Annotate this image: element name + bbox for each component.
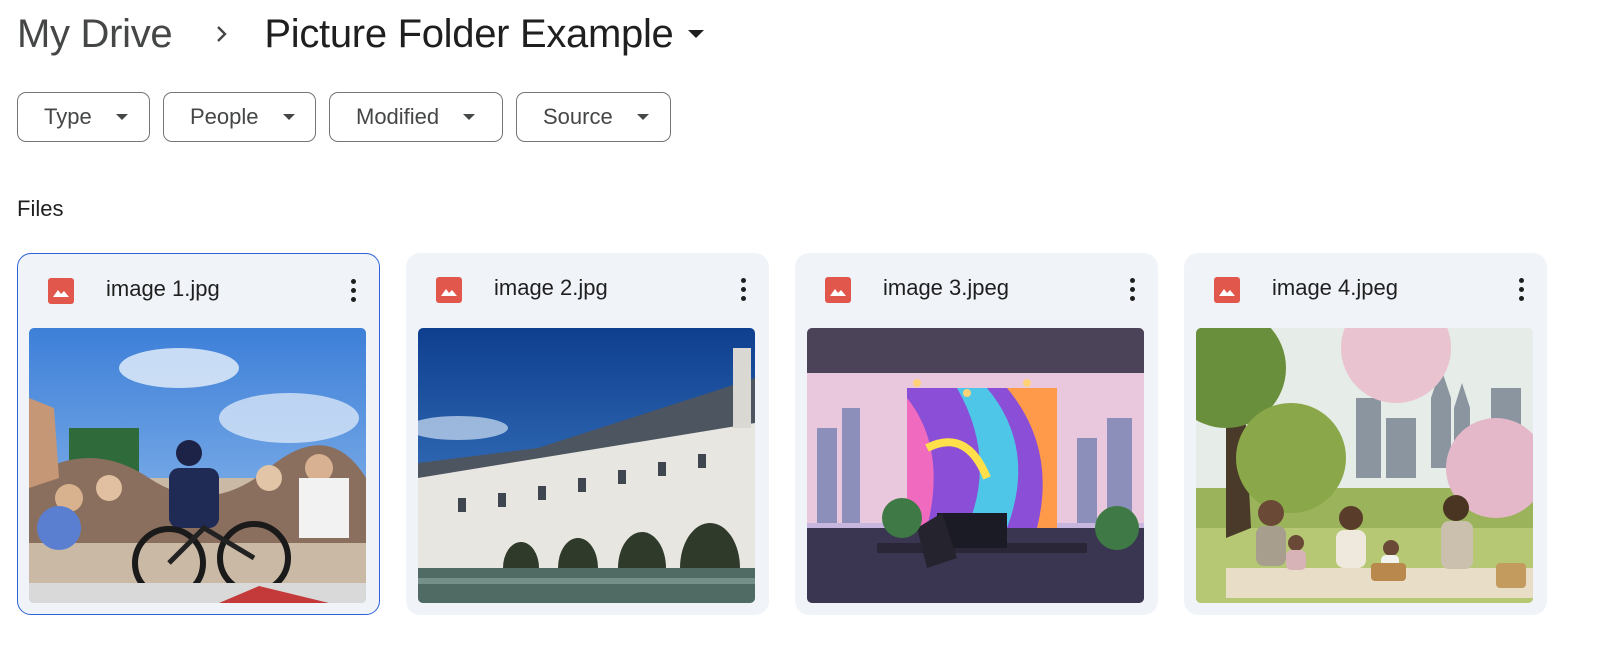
file-name: image 3.jpeg [883, 275, 1009, 300]
breadcrumb: My Drive Picture Folder Example [17, 8, 704, 60]
file-thumbnail [29, 328, 366, 603]
file-card[interactable]: image 4.jpeg [1184, 253, 1547, 615]
file-thumbnail [418, 328, 755, 603]
file-grid: image 1.jpg image 2.jpg image 3.jpeg ima… [17, 253, 1547, 615]
file-thumbnail [807, 328, 1144, 603]
caret-down-icon [687, 30, 704, 38]
filter-chips: Type People Modified Source [17, 92, 671, 142]
page-title: Picture Folder Example [264, 11, 674, 56]
chevron-right-icon [210, 22, 234, 46]
caret-down-icon [115, 114, 128, 120]
more-options-icon[interactable] [1124, 271, 1140, 307]
image-file-icon [436, 277, 462, 303]
filter-modified-button[interactable]: Modified [329, 92, 503, 142]
caret-down-icon [282, 114, 295, 120]
file-card[interactable]: image 1.jpg [17, 253, 380, 615]
file-name: image 1.jpg [106, 276, 220, 301]
file-thumbnail [1196, 328, 1533, 603]
image-file-icon [825, 277, 851, 303]
caret-down-icon [636, 114, 649, 120]
section-heading-files: Files [17, 196, 64, 221]
more-options-icon[interactable] [735, 271, 751, 307]
file-name: image 2.jpg [494, 275, 608, 300]
file-card[interactable]: image 2.jpg [406, 253, 769, 615]
filter-people-button[interactable]: People [163, 92, 316, 142]
filter-source-button[interactable]: Source [516, 92, 671, 142]
filter-label: Source [543, 104, 613, 129]
breadcrumb-my-drive[interactable]: My Drive [17, 12, 173, 57]
more-options-icon[interactable] [345, 272, 361, 308]
folder-title-menu[interactable]: Picture Folder Example [264, 11, 704, 57]
caret-down-icon [463, 114, 476, 120]
filter-label: People [190, 104, 259, 129]
more-options-icon[interactable] [1513, 271, 1529, 307]
filter-label: Modified [356, 104, 440, 129]
image-file-icon [1214, 277, 1240, 303]
filter-label: Type [44, 104, 92, 129]
image-file-icon [48, 278, 74, 304]
filter-type-button[interactable]: Type [17, 92, 150, 142]
file-name: image 4.jpeg [1272, 275, 1398, 300]
file-card[interactable]: image 3.jpeg [795, 253, 1158, 615]
